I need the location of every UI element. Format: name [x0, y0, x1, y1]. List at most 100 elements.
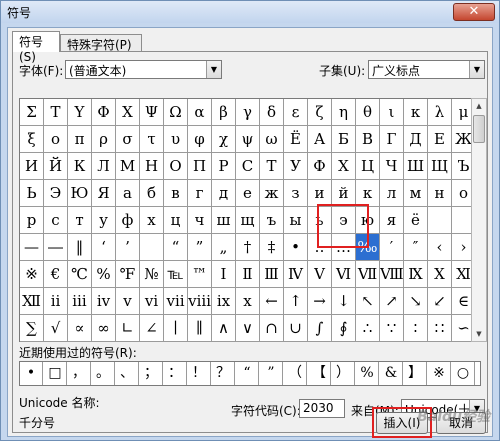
scroll-down-icon[interactable]: ▼ — [472, 327, 486, 341]
symbol-cell[interactable]: Υ — [68, 99, 92, 126]
symbol-cell[interactable]: л — [380, 180, 404, 207]
symbol-cell[interactable]: С — [236, 153, 260, 180]
symbol-cell[interactable]: γ — [236, 99, 260, 126]
symbol-cell[interactable]: ∥ — [188, 315, 212, 342]
symbol-cell[interactable]: ∴ — [356, 315, 380, 342]
symbol-cell[interactable]: ‖ — [68, 234, 92, 261]
symbol-cell[interactable]: † — [236, 234, 260, 261]
symbol-cell[interactable]: ↖ — [356, 288, 380, 315]
symbol-cell[interactable]: с — [44, 207, 68, 234]
recent-symbol-cell[interactable]: ※ — [428, 362, 451, 385]
symbol-cell[interactable]: ι — [380, 99, 404, 126]
symbol-cell[interactable]: ↙ — [428, 288, 452, 315]
symbol-cell[interactable]: ∷ — [428, 315, 452, 342]
symbol-cell[interactable]: ⅴ — [116, 288, 140, 315]
symbol-cell[interactable]: й — [332, 180, 356, 207]
symbol-cell[interactable]: В — [356, 126, 380, 153]
symbol-cell[interactable]: м — [404, 180, 428, 207]
symbol-cell[interactable]: И — [20, 153, 44, 180]
recent-symbol-cell[interactable]: （ — [284, 362, 307, 385]
symbol-cell[interactable]: Е — [428, 126, 452, 153]
symbol-cell[interactable]: е — [236, 180, 260, 207]
grid-scrollbar[interactable]: ▲ ▼ — [471, 98, 487, 342]
symbol-cell[interactable]: ↗ — [380, 288, 404, 315]
symbol-cell[interactable]: θ — [356, 99, 380, 126]
symbol-cell[interactable]: Ю — [68, 180, 92, 207]
symbol-cell[interactable]: ∟ — [116, 315, 140, 342]
symbol-cell[interactable]: Л — [92, 153, 116, 180]
symbol-cell[interactable]: н — [428, 180, 452, 207]
symbol-cell[interactable]: Ь — [20, 180, 44, 207]
symbol-cell[interactable]: ∶ — [404, 315, 428, 342]
symbol-cell[interactable]: κ — [404, 99, 428, 126]
symbol-cell[interactable]: ч — [188, 207, 212, 234]
symbol-cell[interactable]: Τ — [44, 99, 68, 126]
symbol-cell[interactable]: ζ — [308, 99, 332, 126]
symbol-cell[interactable]: ↑ — [284, 288, 308, 315]
symbol-cell[interactable]: — — [20, 234, 44, 261]
symbol-cell[interactable]: Χ — [116, 99, 140, 126]
symbol-cell[interactable]: Я — [92, 180, 116, 207]
symbol-cell[interactable]: ⅵ — [140, 288, 164, 315]
recent-symbol-cell[interactable]: ： — [164, 362, 187, 385]
symbol-cell[interactable]: β — [212, 99, 236, 126]
symbol-cell[interactable]: Б — [332, 126, 356, 153]
symbol-cell[interactable]: ∩ — [260, 315, 284, 342]
symbol-cell[interactable]: Р — [212, 153, 236, 180]
symbol-cell[interactable]: ⅶ — [164, 288, 188, 315]
symbol-cell[interactable]: ※ — [20, 261, 44, 288]
symbol-cell[interactable]: Ⅶ — [356, 261, 380, 288]
symbol-cell[interactable]: ’ — [116, 234, 140, 261]
symbol-cell[interactable]: Ⅲ — [260, 261, 284, 288]
symbol-cell[interactable]: Ⅷ — [380, 261, 404, 288]
symbol-cell[interactable]: Ⅴ — [308, 261, 332, 288]
symbol-cell[interactable]: я — [380, 207, 404, 234]
symbol-cell[interactable]: х — [140, 207, 164, 234]
char-code-input[interactable]: 2030 — [299, 399, 345, 418]
symbol-cell[interactable]: з — [284, 180, 308, 207]
symbol-cell[interactable]: ъ — [260, 207, 284, 234]
symbol-cell[interactable]: ⅷ — [188, 288, 212, 315]
symbol-cell[interactable]: ∮ — [332, 315, 356, 342]
symbol-cell[interactable]: ё — [404, 207, 428, 234]
symbol-cell[interactable]: Э — [44, 180, 68, 207]
symbol-cell[interactable]: η — [332, 99, 356, 126]
recent-symbol-cell[interactable]: & — [380, 362, 403, 385]
symbol-cell[interactable]: ⅲ — [68, 288, 92, 315]
symbol-cell[interactable]: Й — [44, 153, 68, 180]
symbol-cell[interactable]: Ⅻ — [20, 288, 44, 315]
recent-symbol-cell[interactable]: % — [356, 362, 379, 385]
subset-select[interactable]: 广义标点 ▼ — [368, 60, 485, 79]
symbol-cell[interactable]: Ⅸ — [404, 261, 428, 288]
symbol-cell[interactable]: ж — [260, 180, 284, 207]
symbol-cell[interactable]: ℉ — [116, 261, 140, 288]
symbol-cell[interactable]: ε — [284, 99, 308, 126]
symbol-cell[interactable]: % — [92, 261, 116, 288]
symbol-cell[interactable]: ← — [260, 288, 284, 315]
symbol-cell[interactable]: ∵ — [380, 315, 404, 342]
recent-symbol-cell[interactable]: ； — [140, 362, 163, 385]
symbol-cell[interactable]: δ — [260, 99, 284, 126]
recent-symbol-cell[interactable]: • — [20, 362, 43, 385]
recent-symbol-cell[interactable]: ” — [260, 362, 283, 385]
symbol-cell[interactable]: ρ — [92, 126, 116, 153]
symbol-cell[interactable]: ⅹ — [236, 288, 260, 315]
symbol-cell[interactable]: ™ — [188, 261, 212, 288]
symbol-cell[interactable]: • — [284, 234, 308, 261]
symbol-cell[interactable]: Щ — [428, 153, 452, 180]
recent-symbol-cell[interactable]: ， — [68, 362, 91, 385]
symbol-cell[interactable]: Ч — [380, 153, 404, 180]
symbol-cell[interactable]: Н — [140, 153, 164, 180]
symbol-cell[interactable]: Ψ — [140, 99, 164, 126]
chevron-down-icon[interactable]: ▼ — [469, 61, 484, 78]
symbol-cell[interactable]: Ⅵ — [332, 261, 356, 288]
symbol-cell[interactable]: и — [308, 180, 332, 207]
recent-symbol-cell[interactable]: 。 — [92, 362, 115, 385]
symbol-cell[interactable]: ↘ — [404, 288, 428, 315]
symbol-cell[interactable]: ⅱ — [44, 288, 68, 315]
symbol-cell[interactable]: Ⅳ — [284, 261, 308, 288]
symbol-cell[interactable]: Ё — [284, 126, 308, 153]
symbol-cell[interactable]: ″ — [404, 234, 428, 261]
symbol-cell[interactable]: О — [164, 153, 188, 180]
font-select[interactable]: (普通文本) ▼ — [65, 60, 222, 79]
